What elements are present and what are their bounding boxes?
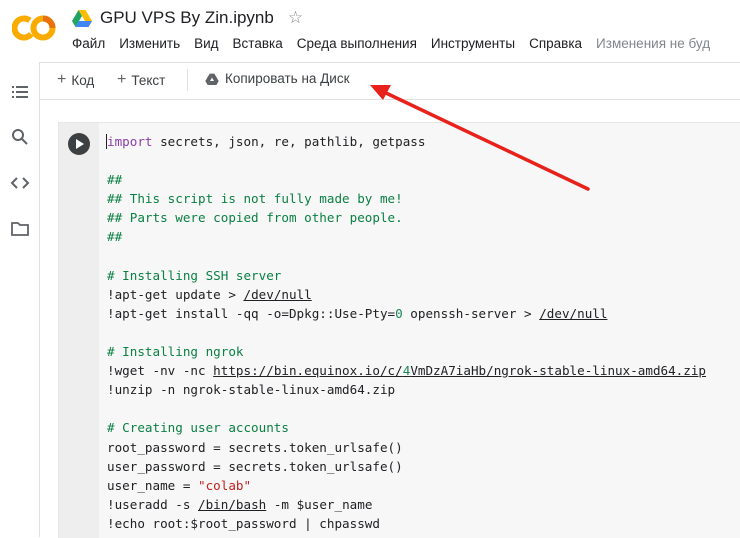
code-text: !wget -nv -nc — [107, 363, 214, 379]
title-row: GPU VPS By Zin.ipynb ☆ — [72, 6, 303, 30]
run-cell-button[interactable] — [68, 133, 90, 155]
add-text-button[interactable]: + Текст — [117, 71, 165, 89]
code-number: 0 — [395, 305, 403, 321]
cell-toolbar: + Код + Текст Копировать на Диск — [40, 62, 740, 100]
google-drive-icon — [72, 10, 92, 27]
menu-insert[interactable]: Вставка — [233, 36, 283, 51]
menu-view[interactable]: Вид — [194, 36, 218, 51]
notebook-title[interactable]: GPU VPS By Zin.ipynb — [100, 8, 274, 28]
code-comment: # Installing SSH server — [107, 267, 282, 283]
colab-logo[interactable] — [12, 13, 56, 43]
code-link[interactable]: https://bin.equinox.io/c/4VmDzA7iaHb/ngr… — [213, 363, 706, 378]
left-sidebar — [0, 62, 40, 537]
menu-runtime[interactable]: Среда выполнения — [297, 36, 417, 51]
code-path: /bin/bash — [198, 496, 267, 512]
drive-icon — [205, 73, 219, 85]
code-text: !echo root:$root_password | chpasswd — [107, 515, 380, 531]
code-text: user_password = secrets.token_urlsafe() — [107, 458, 403, 474]
code-comment: ## Parts were copied from other people. — [107, 210, 403, 226]
code-text: !useradd -s — [107, 496, 198, 512]
menu-edit[interactable]: Изменить — [119, 36, 180, 51]
code-cell[interactable]: import secrets, json, re, pathlib, getpa… — [58, 122, 740, 538]
code-string: "colab" — [198, 477, 252, 493]
menu-help[interactable]: Справка — [529, 36, 582, 51]
code-path: /dev/null — [539, 305, 608, 321]
search-icon[interactable] — [10, 127, 30, 147]
code-text: root_password = secrets.token_urlsafe() — [107, 439, 403, 455]
add-text-label: Текст — [131, 72, 166, 88]
copy-to-drive-button[interactable]: Копировать на Диск — [205, 71, 350, 86]
app-header: GPU VPS By Zin.ipynb ☆ Файл Изменить Вид… — [0, 0, 740, 62]
menu-tools[interactable]: Инструменты — [431, 36, 515, 51]
code-keyword: import — [107, 134, 153, 149]
code-editor[interactable]: import secrets, json, re, pathlib, getpa… — [106, 132, 706, 533]
cell-gutter — [59, 123, 99, 538]
code-link-part: VmDzA7iaHb/ngrok-stable-linux-amd64.zip — [410, 363, 707, 379]
plus-icon: + — [57, 71, 67, 88]
code-text: -m $user_name — [266, 496, 373, 512]
code-text: !unzip -n ngrok-stable-linux-amd64.zip — [107, 382, 396, 398]
add-code-label: Код — [71, 72, 95, 88]
code-comment: # Creating user accounts — [107, 420, 289, 436]
code-comment: # Installing ngrok — [107, 344, 244, 360]
plus-icon: + — [117, 71, 127, 88]
code-text: openssh-server > — [402, 305, 540, 321]
code-comment: ## This script is not fully made by me! — [107, 191, 403, 207]
code-text: secrets, json, re, pathlib, getpass — [152, 134, 426, 149]
toc-icon[interactable] — [10, 82, 30, 102]
add-code-button[interactable]: + Код — [57, 71, 94, 89]
code-link-part: https://bin.equinox.io/c/ — [213, 363, 403, 379]
copy-to-drive-label: Копировать на Диск — [225, 71, 350, 86]
code-comment: ## — [107, 229, 123, 245]
folder-icon[interactable] — [10, 219, 30, 239]
code-snippets-icon[interactable] — [10, 173, 30, 193]
star-icon[interactable]: ☆ — [288, 8, 303, 28]
code-comment: ## — [107, 172, 123, 188]
code-path: /dev/null — [243, 286, 312, 302]
code-text: !apt-get install -qq -o=Dpkg::Use-Pty= — [107, 305, 396, 321]
save-status[interactable]: Изменения не буд — [596, 36, 710, 51]
menu-bar: Файл Изменить Вид Вставка Среда выполнен… — [72, 36, 724, 51]
toolbar-divider — [187, 69, 188, 91]
menu-file[interactable]: Файл — [72, 36, 105, 51]
code-text: !apt-get update > — [107, 286, 244, 302]
code-text: user_name = — [107, 477, 198, 493]
